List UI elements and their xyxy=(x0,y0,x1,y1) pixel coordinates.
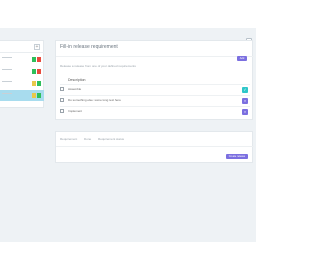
status-swatch xyxy=(37,57,41,62)
column-header-description: Description xyxy=(68,78,86,82)
status-swatch xyxy=(32,57,36,62)
status-swatch xyxy=(32,93,36,98)
status-swatch xyxy=(37,69,41,74)
check-icon[interactable]: ✓ xyxy=(242,87,248,93)
left-list-item[interactable] xyxy=(0,54,44,65)
row-checkbox[interactable] xyxy=(60,98,64,102)
row-checkbox[interactable] xyxy=(60,87,64,91)
status-swatch xyxy=(32,69,36,74)
x-icon[interactable]: × xyxy=(242,109,248,115)
collapse-icon[interactable]: + xyxy=(34,44,40,50)
card-header-divider xyxy=(56,56,254,57)
table-row: Implement xyxy=(60,107,250,117)
filter-requirement[interactable]: Requirement xyxy=(60,137,77,141)
row-checkbox[interactable] xyxy=(60,109,64,113)
card-title: Fill-in release requirement xyxy=(60,44,118,50)
status-swatch xyxy=(37,93,41,98)
list-item-text-placeholder xyxy=(2,81,12,82)
left-list-panel: + xyxy=(0,40,44,108)
top-bar xyxy=(0,0,256,29)
filter-done[interactable]: Done xyxy=(84,137,91,141)
left-list-item[interactable] xyxy=(0,90,44,101)
table-row: Assemble xyxy=(60,85,250,95)
requirements-card: Fill-in release requirement Add Release … xyxy=(55,40,254,120)
left-list-item[interactable] xyxy=(0,78,44,89)
x-icon[interactable]: × xyxy=(242,98,248,104)
bottom-bar xyxy=(0,242,256,256)
list-item-text-placeholder xyxy=(2,93,12,94)
status-swatch xyxy=(37,81,41,86)
panel-header-divider xyxy=(0,52,44,53)
filter-divider xyxy=(56,146,254,147)
row-text: Assemble xyxy=(68,87,82,91)
row-text: Do something else: some long text here xyxy=(68,98,121,102)
left-list-item[interactable] xyxy=(0,66,44,77)
add-button[interactable]: Add xyxy=(237,56,247,61)
row-text: Implement xyxy=(68,109,83,113)
card-description: Release a release from one of your defin… xyxy=(60,64,136,68)
filter-card: Requirement Done Requirement status Crea… xyxy=(55,131,254,163)
status-swatch xyxy=(32,81,36,86)
filter-bar: Requirement Done Requirement status xyxy=(60,137,130,141)
create-release-button[interactable]: Create release xyxy=(226,154,248,159)
table-row: Do something else: some long text here xyxy=(60,96,250,106)
list-item-text-placeholder xyxy=(2,69,12,70)
list-item-text-placeholder xyxy=(2,57,12,58)
filter-requirement-status[interactable]: Requirement status xyxy=(98,137,124,141)
